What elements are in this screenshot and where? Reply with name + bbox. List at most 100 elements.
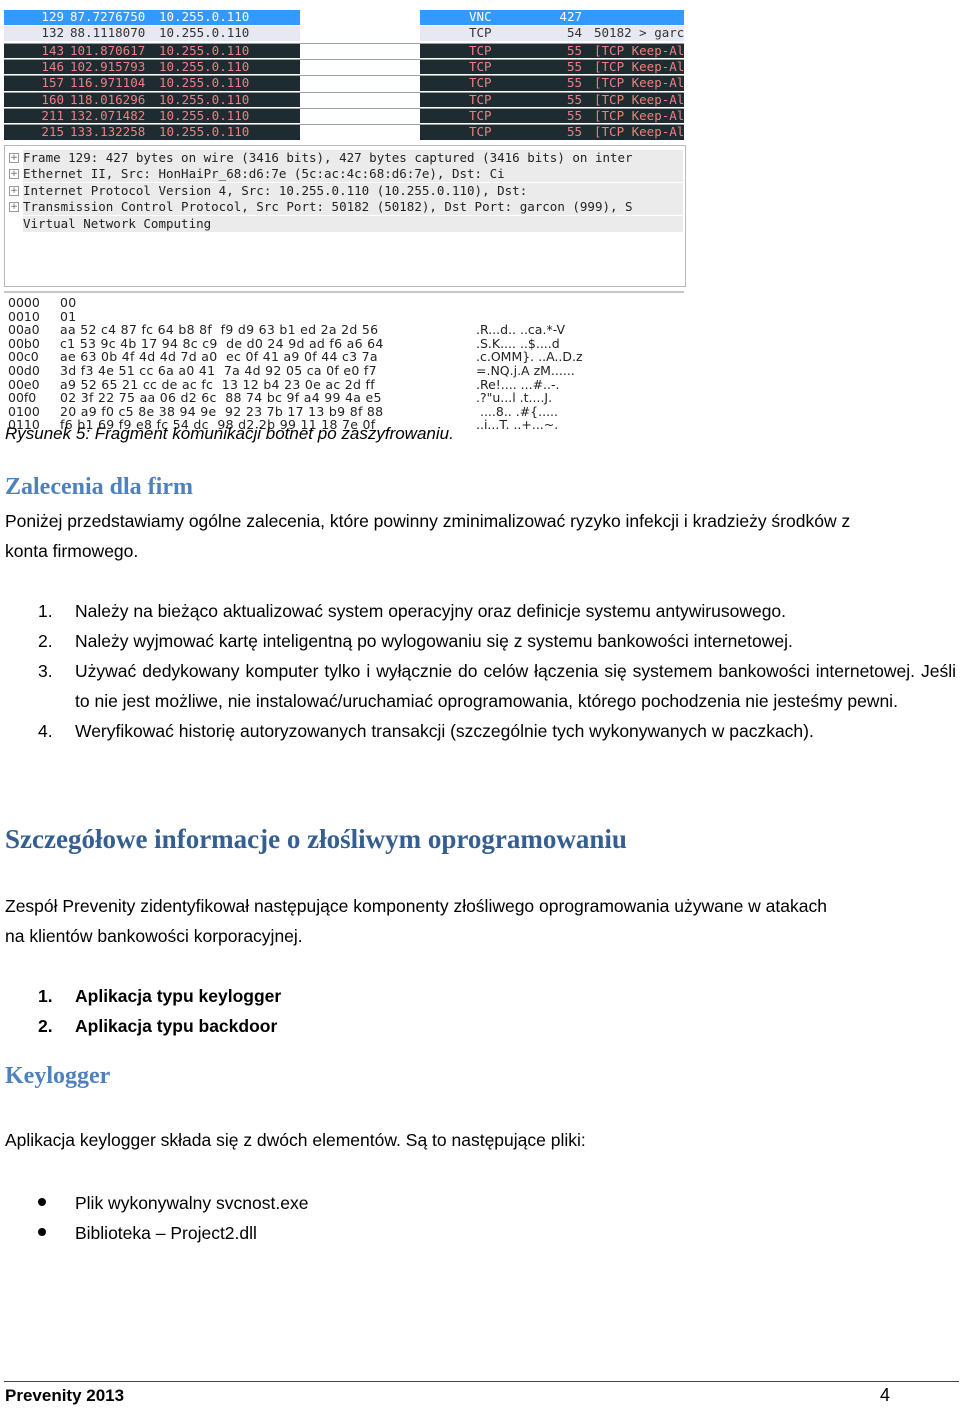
page-number: 4 xyxy=(880,1385,891,1405)
packet-info: [TCP Keep-Aliv xyxy=(594,58,684,74)
packet-number: 132 xyxy=(41,26,64,41)
packet-number: 157 xyxy=(41,75,64,91)
packet-row[interactable]: 215 133.132258 10.255.0.110 TCP 55 [TCP Keep-… xyxy=(4,124,684,140)
detail-row[interactable]: + Transmission Control Protocol, Src Port… xyxy=(9,199,683,216)
packet-number: 146 xyxy=(41,58,64,74)
detail-text: Frame 129: 427 bytes on wire (3416 bits)… xyxy=(23,150,633,165)
keylogger-intro: Aplikacja keylogger składa się z dwóch e… xyxy=(5,1130,586,1150)
packet-protocol: TCP xyxy=(469,58,492,74)
packet-protocol: VNC xyxy=(469,10,492,24)
packet-number: 143 xyxy=(41,42,64,58)
detail-text: Transmission Control Protocol, Src Port:… xyxy=(23,199,633,215)
packet-time: 87.7276750 xyxy=(70,10,146,24)
packet-source: 10.255.0.110 xyxy=(159,10,250,24)
hex-ascii: .R...d.. ..ca.*-V xyxy=(476,322,566,338)
list-item: 4. Weryfikować historię autoryzowanych t… xyxy=(38,721,814,741)
detail-row[interactable]: + Ethernet II, Src: HonHaiPr_68:d6:7e (5c… xyxy=(9,166,683,183)
hex-offset: 0010 xyxy=(8,308,40,324)
intro-line-1: Poniżej przedstawiamy ogólne zalecenia, … xyxy=(5,511,851,531)
expand-icon[interactable]: + xyxy=(9,169,19,180)
hex-ascii: .c.OMM}. ..A..D.z xyxy=(476,349,583,365)
list-item: 3. Używać dedykowany komputer tylko i wy… xyxy=(38,661,956,711)
expand-icon[interactable]: + xyxy=(9,185,19,196)
packet-info: [TCP Keep-Aliv xyxy=(594,91,684,107)
packet-row[interactable]: 143 101.870617 10.255.0.110 TCP 55 [TCP Keep-… xyxy=(4,42,684,59)
list-item: 1. Należy na bieżąco aktualizować system… xyxy=(38,601,787,621)
detail-text: Virtual Network Computing xyxy=(23,215,212,231)
packet-number: 211 xyxy=(41,107,64,123)
bullet-icon xyxy=(38,1228,46,1236)
hex-offset: 0100 xyxy=(8,403,40,419)
heading-malware-details: Szczegółowe informacje o złośliwym oprog… xyxy=(5,824,627,854)
malware-components-list: 1. Aplikacja typu keylogger 2. Aplikacja… xyxy=(0,981,956,1041)
list-item: 1. Aplikacja typu keylogger xyxy=(38,986,282,1006)
redacted-destination xyxy=(300,10,420,25)
packet-length: 55 xyxy=(566,42,582,58)
keylogger-files-list: Plik wykonywalny svcnost.exe Biblioteka … xyxy=(0,1188,956,1248)
packet-time: 116.971104 xyxy=(70,75,146,91)
packet-row[interactable]: 132 88.1118070 10.255.0.110 TCP 54 50182 > ga… xyxy=(4,26,684,41)
packet-length: 55 xyxy=(566,124,582,140)
packet-info: [TCP Keep-Aliv xyxy=(594,124,684,140)
packet-length: 427 xyxy=(559,10,582,24)
packet-row[interactable]: 129 87.7276750 10.255.0.110 VNC 427 xyxy=(4,10,684,25)
packet-number: 160 xyxy=(41,91,64,107)
detail-text: Ethernet II, Src: HonHaiPr_68:d6:7e (5c:… xyxy=(23,166,505,182)
redacted-destination xyxy=(300,26,420,41)
packet-protocol: TCP xyxy=(469,26,492,41)
expand-icon[interactable]: + xyxy=(9,202,19,213)
packet-length: 55 xyxy=(566,107,582,123)
expand-icon[interactable]: + xyxy=(9,153,19,163)
packet-protocol: TCP xyxy=(469,75,492,91)
packet-source: 10.255.0.110 xyxy=(159,42,250,58)
packet-time: 88.1118070 xyxy=(70,26,146,41)
heading-recommendations: Zalecenia dla firm xyxy=(5,474,193,500)
hex-ascii: .S.K.... ..$....d xyxy=(476,335,560,351)
packet-time: 132.071482 xyxy=(70,107,146,123)
hex-bytes: c1 53 9c 4b 17 94 8c c9 de d0 24 9d ad f… xyxy=(60,335,384,351)
packet-protocol: TCP xyxy=(469,107,492,123)
malware-intro: Zespół Prevenity zidentyfikował następuj… xyxy=(5,891,955,951)
redacted-destination xyxy=(300,108,420,124)
hex-ascii: =.NQ.j.A zM...... xyxy=(476,363,575,378)
packet-time: 133.132258 xyxy=(70,124,146,140)
packet-source: 10.255.0.110 xyxy=(159,58,250,74)
packet-time: 118.016296 xyxy=(70,91,146,107)
hex-bytes: 3d f3 4e 51 cc 6a a0 41 7a 4d 92 05 ca 0… xyxy=(60,363,377,378)
redacted-destination xyxy=(300,76,420,91)
figure-caption: Rysunek 5: Fragment komunikacji botnet p… xyxy=(5,424,454,443)
packet-length: 55 xyxy=(566,91,582,107)
packet-row[interactable]: 157 116.971104 10.255.0.110 TCP 55 [TCP Keep-… xyxy=(4,75,684,91)
footer-divider xyxy=(4,1381,959,1382)
intro-line-2: konta firmowego. xyxy=(5,541,139,561)
hex-bytes: aa 52 c4 87 fc 64 b8 8f f9 d9 63 b1 ed 2… xyxy=(60,322,379,338)
detail-row[interactable]: Virtual Network Computing xyxy=(23,215,683,232)
hex-bytes: ae 63 0b 4f 4d 4d 7d a0 ec 0f 41 a9 0f 4… xyxy=(60,349,378,365)
hex-offset: 00f0 xyxy=(8,390,37,406)
packet-row[interactable]: 146 102.915793 10.255.0.110 TCP 55 [TCP Keep-… xyxy=(4,58,684,75)
packet-row[interactable]: 211 132.071482 10.255.0.110 TCP 55 [TCP Keep-… xyxy=(4,107,684,124)
packet-source: 10.255.0.110 xyxy=(159,91,250,107)
recommendations-list: 1. Należy na bieżąco aktualizować system… xyxy=(0,596,956,746)
packet-protocol: TCP xyxy=(469,91,492,107)
hex-bytes: 02 3f 22 75 aa 06 d2 6c 88 74 bc 9f a4 9… xyxy=(60,390,382,406)
hex-ascii: ..i...T. ..+...~. xyxy=(476,417,559,433)
hex-offset: 00e0 xyxy=(8,376,40,392)
hex-bytes: a9 52 65 21 cc de ac fc 13 12 b4 23 0e a… xyxy=(60,376,375,392)
redacted-destination xyxy=(300,92,420,107)
list-item: 2. Należy wyjmować kartę inteligentną po… xyxy=(38,631,793,651)
packet-row[interactable]: 160 118.016296 10.255.0.110 TCP 55 [TCP Keep-… xyxy=(4,91,684,107)
detail-row[interactable]: + Frame 129: 427 bytes on wire (3416 bits… xyxy=(9,150,683,166)
hex-ascii: .?"u...l .t....J. xyxy=(476,390,553,406)
packet-source: 10.255.0.110 xyxy=(159,107,250,123)
intro-line-1: Zespół Prevenity zidentyfikował następuj… xyxy=(5,896,827,916)
recommendations-intro: Poniżej przedstawiamy ogólne zalecenia, … xyxy=(5,506,955,566)
list-item: Biblioteka – Project2.dll xyxy=(0,1218,956,1248)
detail-row[interactable]: + Internet Protocol Version 4, Src: 10.25… xyxy=(9,182,683,199)
packet-protocol: TCP xyxy=(469,42,492,58)
packet-time: 101.870617 xyxy=(70,42,146,58)
packet-length: 55 xyxy=(566,75,582,91)
detail-text: Internet Protocol Version 4, Src: 10.255… xyxy=(23,182,528,198)
list-item: 2. Aplikacja typu backdoor xyxy=(38,1016,278,1036)
hex-dump-pane: 0000 00 0010 01 00a0 aa 52 c4 87 fc 64 b8 8f … xyxy=(4,291,684,431)
